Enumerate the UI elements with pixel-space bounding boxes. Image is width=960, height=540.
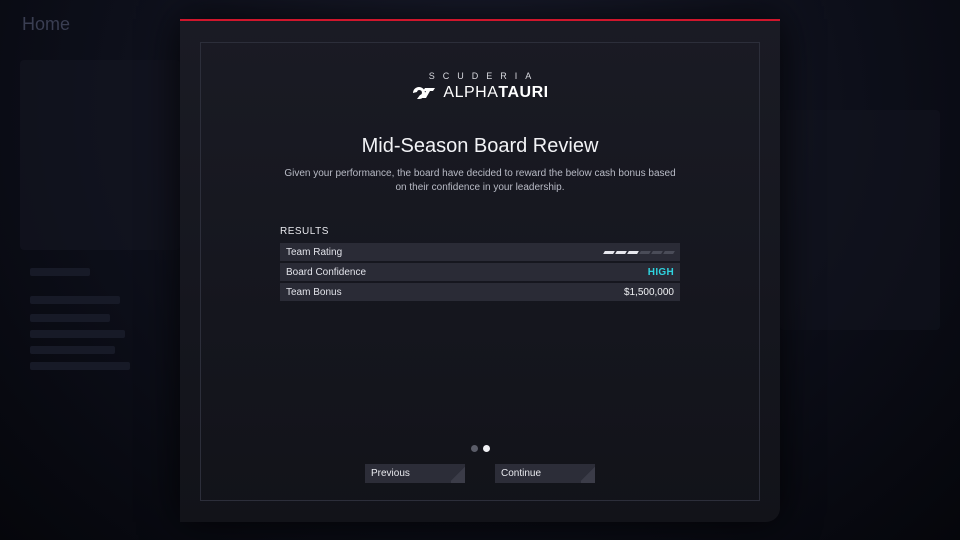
rating-segment xyxy=(651,250,663,254)
continue-button[interactable]: Continue xyxy=(495,464,595,483)
background-title: Home xyxy=(22,14,71,34)
previous-button[interactable]: Previous xyxy=(365,464,465,483)
rating-segment xyxy=(603,250,615,254)
background-right-panel xyxy=(780,110,940,330)
board-confidence-label: Board Confidence xyxy=(286,266,367,278)
team-logo-name: ALPHATAURI xyxy=(443,84,549,101)
page-dot-1[interactable] xyxy=(470,445,478,452)
modal-frame: SCUDERIA ALPHATAURI Mid-Season Board Rev… xyxy=(200,42,760,501)
modal-subtitle: Given your performance, the board have d… xyxy=(284,168,676,193)
team-logo-top: SCUDERIA xyxy=(428,71,540,81)
team-bonus-value: $1,500,000 xyxy=(623,286,674,298)
rating-segment xyxy=(639,250,651,254)
rating-segment xyxy=(663,250,675,254)
team-rating-meter xyxy=(603,250,675,254)
background-bar xyxy=(30,346,115,354)
background-bar xyxy=(30,362,130,370)
rating-segment xyxy=(627,250,639,254)
result-row-board-confidence: Board Confidence HIGH xyxy=(280,263,680,281)
board-confidence-value: HIGH xyxy=(647,266,674,278)
results-heading: RESULTS xyxy=(280,226,329,237)
team-bonus-label: Team Bonus xyxy=(286,286,342,298)
background-bar xyxy=(30,268,90,276)
team-rating-label: Team Rating xyxy=(286,246,343,258)
team-logo: SCUDERIA ALPHATAURI xyxy=(201,71,759,102)
background-bar xyxy=(30,296,120,304)
results-table: Team Rating Board Confidence HIGH Team B… xyxy=(280,243,680,303)
pagination-dots xyxy=(201,445,759,452)
board-review-modal: SCUDERIA ALPHATAURI Mid-Season Board Rev… xyxy=(180,19,780,522)
result-row-team-bonus: Team Bonus $1,500,000 xyxy=(280,283,680,301)
rating-segment xyxy=(615,250,627,254)
background-bar xyxy=(30,330,125,338)
page-dot-2[interactable] xyxy=(482,445,490,452)
background-bar xyxy=(30,314,110,322)
background-left-panel xyxy=(20,60,180,250)
result-row-team-rating: Team Rating xyxy=(280,243,680,261)
modal-title: Mid-Season Board Review xyxy=(361,135,599,157)
alphatauri-mark-icon xyxy=(413,87,436,99)
